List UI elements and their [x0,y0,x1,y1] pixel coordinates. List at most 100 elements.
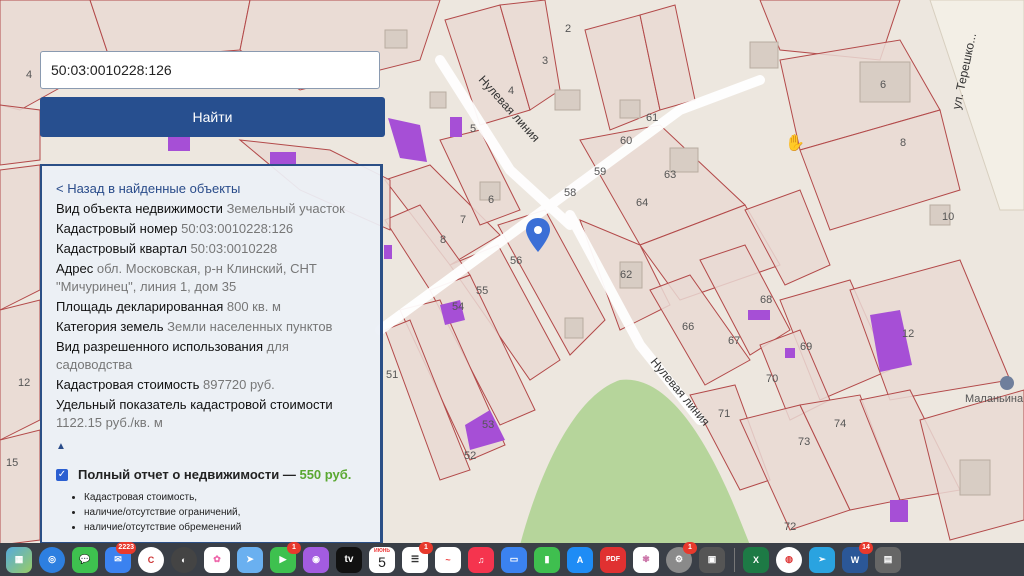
field-value: 800 кв. м [226,299,281,314]
app-store-icon[interactable]: A [567,546,593,573]
facetime-icon[interactable]: ▶ 1 [270,541,301,573]
freeform-icon[interactable]: ~ [435,546,461,573]
report-features-list: Кадастровая стоимость, наличие/отсутстви… [56,490,366,535]
field-value: Земли населенных пунктов [167,319,333,334]
app-icon[interactable]: C [138,546,164,573]
keynote-icon[interactable]: ▭ [501,546,527,573]
parcel-number: 63 [664,169,676,181]
field-value: 897720 руб. [203,377,275,392]
app-icon[interactable]: ▣ [699,546,725,573]
word-badge: 14 [859,541,873,554]
photos-icon[interactable]: ✿ [204,546,230,573]
macos-dock: ▦ ◎ 💬 ✉ 2223 C ◐ ✿ ➤ ▶ 1 ◉ tv ИЮНЬ 5 ☰ 1 ~ ♫… [0,541,1024,576]
report-checkbox[interactable]: ✓ [56,469,68,481]
telegram-icon[interactable]: ➢ [809,546,835,573]
calendar-month: ИЮНЬ [374,547,390,554]
parcel [0,164,41,311]
field-label: Площадь декларированная [56,299,224,314]
parcel-number: 55 [476,285,488,297]
parcel-number: 5 [470,123,476,135]
field-object-type: Вид объекта недвижимости Земельный участ… [56,200,366,218]
list-item: Кадастровая стоимость, [84,490,366,505]
parcel-number: 69 [800,341,812,353]
launchpad-icon[interactable]: ▦ [6,546,32,573]
excel-icon[interactable]: X [743,546,769,573]
full-report-option[interactable]: ✓ Полный отчет о недвижимости — 550 руб. [56,466,366,484]
parcel-number: 67 [728,335,740,347]
poi-label: Маланьина [965,393,1024,405]
parcel-number: 72 [784,521,796,533]
field-label: Кадастровый квартал [56,241,187,256]
search-input[interactable] [40,51,380,89]
parcel-number: 71 [718,408,730,420]
parcel-number: 2 [565,23,571,35]
collapse-toggle-icon[interactable]: ▲ [56,438,366,456]
back-to-results-link[interactable]: < Назад в найденные объекты [56,180,366,198]
field-label: Вид объекта недвижимости [56,201,223,216]
parcel-number: 59 [594,166,606,178]
parcel-number: 8 [440,234,446,246]
word-icon[interactable]: W 14 [842,541,873,573]
parcel-number: 8 [900,137,906,149]
music-icon[interactable]: ♫ [468,546,494,573]
parcel-number: 52 [464,450,476,462]
parcel-number: 7 [460,214,466,226]
app-icon[interactable]: ◐ [171,546,197,573]
dock-separator [734,547,735,572]
field-land-category: Категория земель Земли населенных пункто… [56,318,366,336]
settings-badge: 1 [683,541,697,554]
poi-icon[interactable] [1000,376,1014,390]
field-label: Адрес [56,261,94,276]
object-info-panel: < Назад в найденные объекты Вид объекта … [40,164,383,544]
mail-icon[interactable]: ✉ 2223 [105,541,136,573]
field-label: Кадастровый номер [56,221,178,236]
messages-badge: 1 [287,541,301,554]
podcasts-icon[interactable]: ◉ [303,546,329,573]
report-title: Полный отчет о недвижимости — [78,467,296,482]
search-button[interactable]: Найти [40,97,385,137]
reminders-icon[interactable]: ☰ 1 [402,541,433,573]
photos-app-icon[interactable]: ✾ [633,546,659,573]
parcel-number: 53 [482,419,494,431]
maps-icon[interactable]: ➤ [237,546,263,573]
app-icon[interactable]: ▤ [875,546,901,573]
parcel-number: 70 [766,373,778,385]
parcel-number: 4 [26,69,32,81]
field-cadastral-value: Кадастровая стоимость 897720 руб. [56,376,366,394]
field-value: 50:03:0010228:126 [181,221,294,236]
parcel-number: 58 [564,187,576,199]
reminders-badge: 1 [419,541,433,554]
parcel [0,299,41,441]
system-settings-icon[interactable]: ⚙ 1 [666,541,697,573]
calendar-icon[interactable]: ИЮНЬ 5 [369,546,395,573]
field-permitted-use: Вид разрешенного использования для садов… [56,338,366,374]
pdf-app-icon[interactable]: PDF [600,546,626,573]
parcel-number: 64 [636,197,648,209]
parcel-number: 51 [386,369,398,381]
field-address: Адрес обл. Московская, р-н Клинский, СНТ… [56,260,366,296]
tv-label: tv [344,554,354,565]
parcel-number: 66 [682,321,694,333]
parcel-number: 4 [508,85,514,97]
mail-badge: 2223 [116,541,136,554]
parcel-number: 73 [798,436,810,448]
parcel [0,429,41,546]
chrome-icon[interactable]: ◍ [776,546,802,573]
report-price: 550 руб. [299,467,352,482]
parcel-number: 56 [510,255,522,267]
field-cadastral-quarter: Кадастровый квартал 50:03:0010228 [56,240,366,258]
field-label: Вид разрешенного использования [56,339,264,354]
messages-icon[interactable]: 💬 [72,546,98,573]
field-value: 1122.15 руб./кв. м [56,415,163,430]
numbers-icon[interactable]: ▮ [534,546,560,573]
parcel-number: 6 [880,79,886,91]
field-label: Кадастровая стоимость [56,377,200,392]
parcel [0,104,41,166]
parcel-number: 62 [620,269,632,281]
parcel-number: 10 [942,211,954,223]
list-item: наличие/отсутствие обременений [84,520,366,535]
parcel-number: 15 [6,457,18,469]
list-item: наличие/отсутствие ограничений, [84,505,366,520]
apple-tv-icon[interactable]: tv [336,546,362,573]
safari-icon[interactable]: ◎ [39,546,65,573]
